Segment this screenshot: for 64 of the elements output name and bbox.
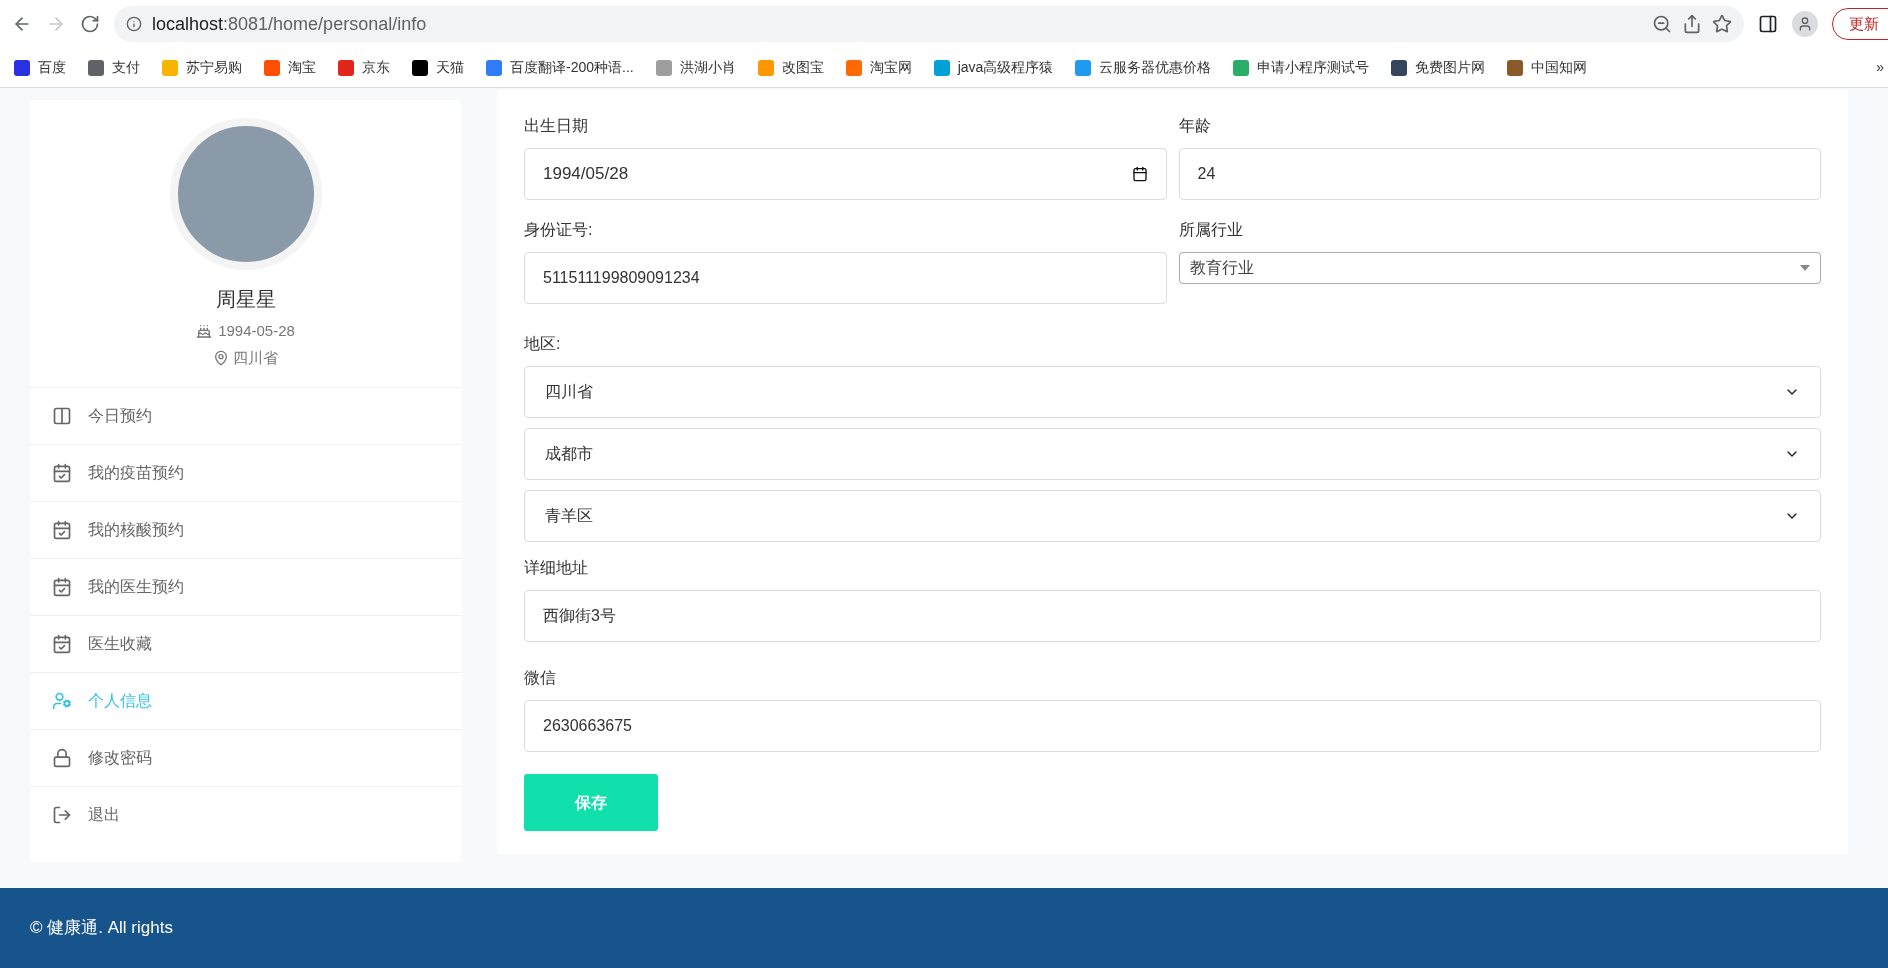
info-icon: [126, 16, 142, 32]
bookmark[interactable]: 淘宝: [264, 57, 316, 78]
lock-icon: [52, 748, 72, 768]
date-field[interactable]: 1994/05/28: [524, 148, 1167, 200]
share-icon[interactable]: [1682, 14, 1702, 34]
columns-icon: [52, 406, 72, 426]
bookmark[interactable]: 百度: [14, 57, 66, 78]
birthday-text: 1994-05-28: [218, 321, 295, 341]
field-label: 身份证号:: [524, 220, 594, 240]
calendar-check-icon: [52, 463, 72, 483]
bookmark[interactable]: java高级程序猿: [933, 57, 1054, 78]
triangle-icon: [1800, 265, 1810, 271]
exit-icon: [52, 805, 72, 825]
bookmark[interactable]: 改图宝: [757, 57, 824, 78]
bookmark[interactable]: 支付: [88, 57, 140, 78]
field-label: 微信: [524, 668, 557, 688]
url-text: localhost:8081/home/personal/info: [152, 12, 427, 36]
region-select[interactable]: 成都市: [524, 428, 1821, 480]
location-pin-icon: [213, 349, 229, 366]
menu-item[interactable]: 今日预约: [30, 387, 461, 444]
calendar-check-icon: [52, 520, 72, 540]
menu-item[interactable]: 退出: [30, 786, 461, 843]
bookmark[interactable]: 苏宁易购: [162, 57, 242, 78]
bookmark[interactable]: 淘宝网: [845, 57, 912, 78]
input-field[interactable]: 西御街3号: [524, 590, 1821, 642]
bookmark[interactable]: 免费图片网: [1391, 57, 1486, 78]
region-select[interactable]: 四川省: [524, 366, 1821, 418]
profile-name: 周星星: [215, 287, 276, 312]
zoom-icon[interactable]: [1652, 14, 1672, 34]
profile-avatar[interactable]: [1792, 11, 1818, 37]
location-text: 四川省: [233, 347, 278, 368]
menu-item[interactable]: 我的疫苗预约: [30, 444, 461, 501]
calendar-check-icon: [52, 634, 72, 654]
field-label: 年龄: [1178, 116, 1212, 136]
field-label: 出生日期: [524, 116, 589, 136]
user-gear-icon: [52, 691, 72, 711]
star-icon[interactable]: [1712, 14, 1732, 34]
menu-item[interactable]: 我的核酸预约: [30, 501, 461, 558]
field-label: 所属行业: [1178, 220, 1244, 240]
bookmark[interactable]: 洪湖小肖: [655, 57, 736, 78]
input-field[interactable]: 511511199809091234: [524, 252, 1167, 304]
industry-select[interactable]: 教育行业: [1178, 252, 1821, 284]
address-bar[interactable]: localhost:8081/home/personal/info: [114, 6, 1744, 42]
menu-item[interactable]: 医生收藏: [30, 615, 461, 672]
reload-icon[interactable]: [80, 14, 100, 34]
bookmark[interactable]: 申请小程序测试号: [1233, 57, 1370, 78]
menu-item[interactable]: 修改密码: [30, 729, 461, 786]
field-label: 地区:: [524, 334, 562, 354]
region-select[interactable]: 青羊区: [524, 490, 1821, 542]
input-field[interactable]: 24: [1178, 148, 1821, 200]
bookmark[interactable]: 天猫: [412, 57, 464, 78]
bookmark[interactable]: 京东: [338, 57, 390, 78]
bookmark[interactable]: 百度翻译-200种语...: [486, 57, 634, 78]
input-field[interactable]: 2630663675: [524, 700, 1821, 752]
menu-item[interactable]: 我的医生预约: [30, 558, 461, 615]
calendar-check-icon: [52, 577, 72, 597]
bookmark[interactable]: 中国知网: [1507, 57, 1588, 78]
more-bookmarks[interactable]: »: [1876, 57, 1884, 78]
side-panel-icon[interactable]: [1758, 14, 1778, 34]
bookmark[interactable]: 云服务器优惠价格: [1075, 57, 1212, 78]
copyright-text: © 健康通. All rights: [30, 917, 173, 940]
cake-icon: [196, 323, 213, 340]
calendar-icon: [1131, 166, 1148, 182]
field-label: 详细地址: [524, 558, 589, 578]
